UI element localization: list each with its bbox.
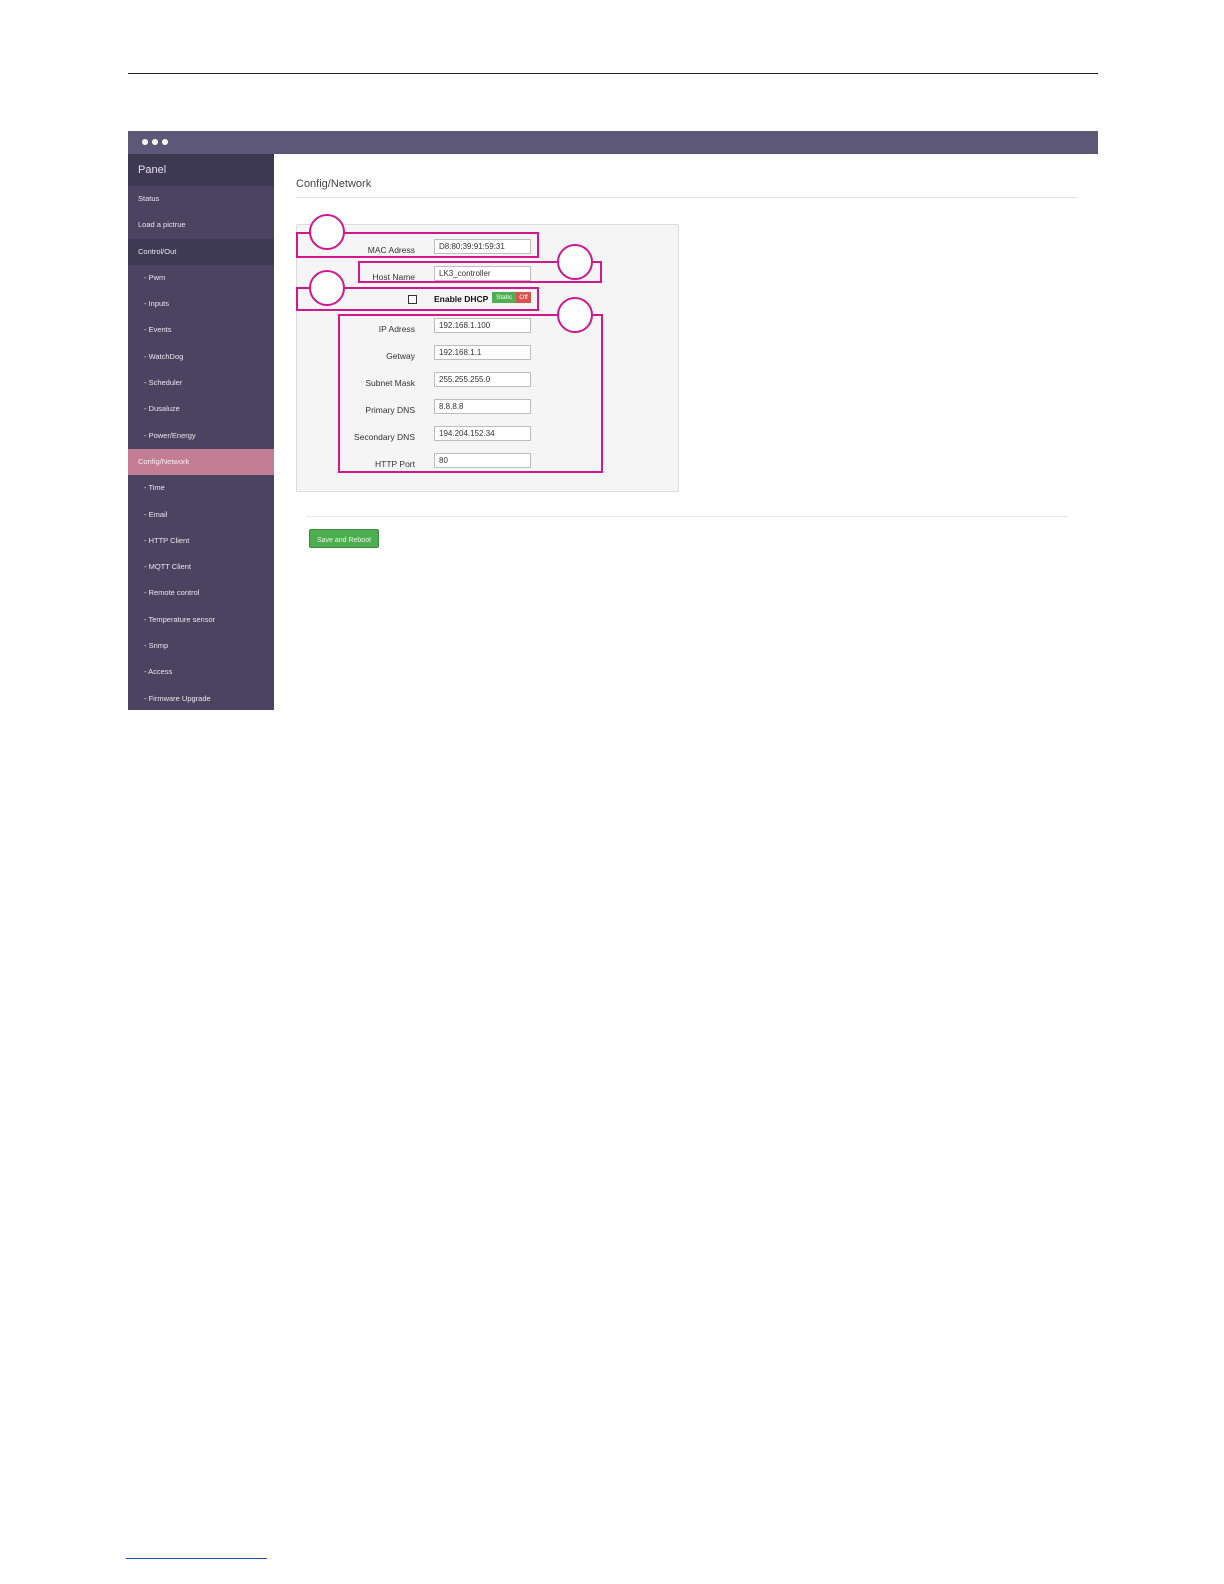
title-bar	[128, 131, 1098, 154]
sidebar-item-status[interactable]: Status	[128, 186, 274, 212]
page-title: Config/Network	[296, 178, 372, 190]
window-controls	[142, 139, 168, 145]
sidebar-item-http-client[interactable]: - HTTP Client	[128, 528, 274, 554]
sidebar-item-dusaluze[interactable]: - Dusaluze	[128, 396, 274, 422]
callout-circle-1	[309, 214, 345, 250]
sidebar-item-config-network[interactable]: Config/Network	[128, 448, 274, 476]
save-and-reboot-button[interactable]: Save and Reboot	[309, 529, 379, 548]
sidebar-item-firmware-upgrade[interactable]: - Firmware Upgrade	[128, 686, 274, 712]
highlight-network-fields	[338, 314, 603, 473]
sidebar-item-mqtt-client[interactable]: - MQTT Client	[128, 554, 274, 580]
sidebar-item-events[interactable]: - Events	[128, 317, 274, 343]
footer-link-underline	[126, 1558, 267, 1559]
callout-circle-3	[309, 270, 345, 306]
sidebar-item-snmp[interactable]: - Snmp	[128, 633, 274, 659]
sidebar-item-time[interactable]: - Time	[128, 475, 274, 501]
sidebar-item-power-energy[interactable]: - Power/Energy	[128, 423, 274, 449]
sidebar-item-control-out[interactable]: Control/Out	[128, 238, 274, 265]
sidebar-item-scheduler[interactable]: - Scheduler	[128, 370, 274, 396]
sidebar-item-email[interactable]: - Email	[128, 502, 274, 528]
sidebar-item-inputs[interactable]: - Inputs	[128, 291, 274, 317]
sidebar: Panel Status Load a pictrue Control/Out …	[128, 154, 274, 710]
main-content: Config/Network MAC Adress Host Name Enab…	[274, 154, 1098, 710]
sidebar-heading: Panel	[128, 154, 274, 186]
sidebar-item-load-picture[interactable]: Load a pictrue	[128, 212, 274, 238]
window-dot-icon[interactable]	[162, 139, 168, 145]
callout-circle-4	[557, 297, 593, 333]
save-divider	[306, 516, 1068, 517]
sidebar-item-access[interactable]: - Access	[128, 659, 274, 685]
page-top-rule	[128, 73, 1098, 74]
app-window: Panel Status Load a pictrue Control/Out …	[128, 131, 1098, 710]
sidebar-item-remote-control[interactable]: - Remote control	[128, 580, 274, 606]
window-dot-icon[interactable]	[152, 139, 158, 145]
title-divider	[296, 197, 1078, 198]
sidebar-item-pwm[interactable]: - Pwm	[128, 265, 274, 291]
sidebar-item-temperature-sensor[interactable]: - Temperature sensor	[128, 607, 274, 633]
sidebar-item-watchdog[interactable]: - WatchDog	[128, 344, 274, 370]
window-dot-icon[interactable]	[142, 139, 148, 145]
callout-circle-2	[557, 244, 593, 280]
